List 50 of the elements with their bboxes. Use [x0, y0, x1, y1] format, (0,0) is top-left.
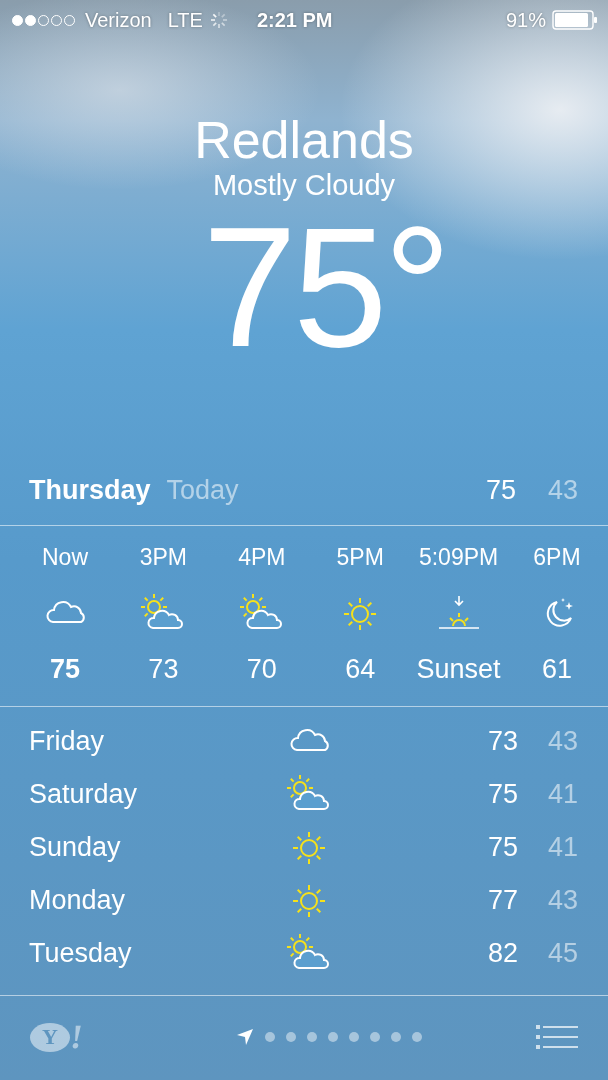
page-dot[interactable] — [370, 1032, 381, 1042]
day-name: Friday — [29, 726, 105, 757]
day-name: Thursday — [29, 474, 151, 506]
low-temperature: 41 — [547, 779, 578, 810]
page-dot[interactable] — [265, 1032, 276, 1042]
hourly-value: 64 — [345, 654, 376, 685]
low-temperature: 43 — [547, 885, 578, 916]
hourly-value: 75 — [49, 654, 80, 685]
hour-label: 3PM — [139, 544, 188, 572]
day-name: Sunday — [29, 832, 122, 863]
hour-label: 5:09PM — [418, 544, 499, 572]
page-dot[interactable] — [307, 1032, 318, 1042]
hourly-value: Sunset — [416, 654, 501, 685]
hourly-value: 70 — [246, 654, 277, 685]
activity-spinner-icon — [208, 10, 229, 30]
high-temperature: 77 — [487, 885, 518, 916]
hourly-value: 73 — [148, 654, 179, 685]
page-dot[interactable] — [349, 1032, 360, 1042]
carrier-name: Verizon — [85, 8, 152, 32]
battery-percentage: 91% — [505, 8, 546, 32]
clock-time: 2:21 PM — [256, 8, 333, 32]
day-name: Tuesday — [29, 938, 133, 969]
hourly-value: 61 — [541, 654, 572, 685]
network-type: LTE — [167, 8, 203, 32]
high-temperature: 73 — [487, 726, 518, 757]
location-arrow-icon[interactable] — [236, 1028, 255, 1046]
hour-label: 6PM — [533, 544, 581, 572]
page-dot[interactable] — [286, 1032, 297, 1042]
low-temperature: 43 — [547, 726, 578, 757]
list-menu-icon[interactable] — [536, 1025, 578, 1049]
hour-label: Now — [42, 544, 88, 572]
day-name: Monday — [29, 885, 127, 916]
battery-icon — [552, 10, 598, 30]
page-dot[interactable] — [391, 1032, 402, 1042]
hour-label: 4PM — [238, 544, 286, 572]
low-temperature: 45 — [547, 938, 578, 969]
page-dot[interactable] — [328, 1032, 339, 1042]
high-temperature: 75 — [487, 832, 518, 863]
city-name: Redlands — [194, 110, 414, 170]
high-temperature: 82 — [487, 938, 518, 969]
low-temperature: 41 — [547, 832, 578, 863]
weather-condition: Mostly Cloudy — [212, 168, 396, 202]
low-temperature: 43 — [547, 474, 578, 506]
high-temperature: 75 — [485, 474, 516, 506]
high-temperature: 75 — [487, 779, 518, 810]
today-label: Today — [166, 474, 240, 506]
hour-label: 5PM — [336, 544, 384, 572]
day-name: Saturday — [29, 779, 139, 810]
current-temperature: 75° — [202, 202, 448, 372]
page-dot[interactable] — [412, 1032, 423, 1042]
